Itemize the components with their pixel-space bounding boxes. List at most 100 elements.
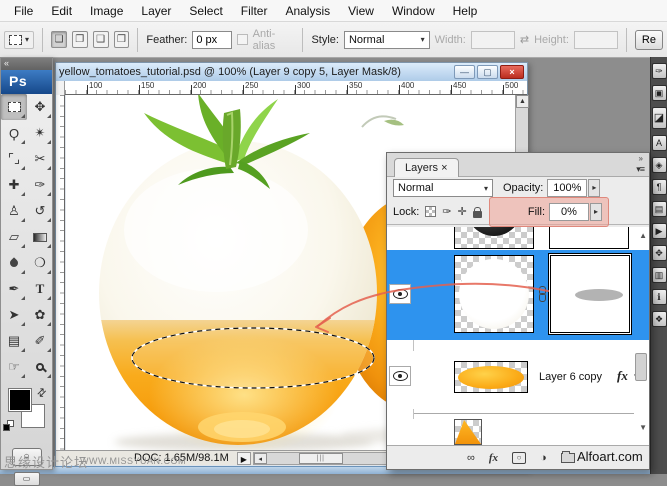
- screen-mode-button[interactable]: ▭: [14, 472, 40, 486]
- layer-comps-panel-icon[interactable]: ▤: [652, 201, 667, 217]
- layers-scrollbar[interactable]: ▲ ▼: [633, 227, 647, 445]
- eyedropper-tool[interactable]: ✐: [27, 328, 53, 354]
- clone-source-panel-icon[interactable]: ▣: [652, 85, 667, 101]
- subtract-selection-button[interactable]: ❑: [93, 31, 109, 48]
- rectangular-marquee-tool[interactable]: [1, 94, 27, 120]
- layer-thumbnail[interactable]: [454, 361, 528, 393]
- brush-tool[interactable]: ✑: [27, 172, 53, 198]
- tool-preset-picker[interactable]: ▾: [4, 31, 34, 49]
- style-dropdown[interactable]: Normal ▾: [344, 31, 430, 49]
- menu-edit[interactable]: Edit: [43, 2, 80, 20]
- adjustment-layer-icon[interactable]: ◑: [540, 452, 547, 464]
- link-layers-icon[interactable]: ∞: [467, 452, 475, 464]
- scroll-down-icon[interactable]: ▼: [639, 423, 647, 432]
- refine-edge-button[interactable]: Re: [635, 30, 663, 50]
- fill-slider-arrow[interactable]: ▸: [590, 203, 602, 221]
- type-tool[interactable]: T: [27, 276, 53, 302]
- lock-position-icon[interactable]: ✛: [458, 205, 467, 218]
- intersect-selection-button[interactable]: ❒: [114, 31, 130, 48]
- opacity-slider-arrow[interactable]: ▸: [588, 179, 600, 197]
- layer-name[interactable]: Layer 6 copy: [539, 371, 602, 383]
- layer-mask-thumbnail[interactable]: [549, 227, 629, 249]
- layer-mask-thumbnail[interactable]: [550, 255, 630, 333]
- eraser-tool[interactable]: ▱: [1, 224, 27, 250]
- scrollbar-thumb[interactable]: [635, 353, 647, 381]
- scroll-left-icon[interactable]: ◂: [254, 453, 267, 464]
- default-colors-icon[interactable]: [3, 420, 15, 432]
- paragraph-panel-icon[interactable]: ¶: [652, 179, 667, 195]
- character-panel-icon[interactable]: A: [652, 135, 667, 151]
- add-layer-mask-icon[interactable]: ○: [512, 452, 526, 464]
- blur-tool[interactable]: [1, 250, 27, 276]
- lock-pixels-icon[interactable]: ✑: [442, 205, 451, 218]
- add-selection-button[interactable]: ❐: [72, 31, 88, 48]
- scrollbar-thumb[interactable]: |||: [299, 453, 343, 464]
- new-selection-button[interactable]: ❏: [51, 31, 67, 48]
- layer-style-icon[interactable]: fx: [489, 452, 498, 464]
- status-menu-arrow[interactable]: ▶: [237, 452, 251, 465]
- brushes-panel-icon[interactable]: ✑: [652, 63, 667, 79]
- scroll-up-icon[interactable]: ▲: [639, 231, 647, 240]
- magic-wand-tool[interactable]: ✴: [27, 120, 53, 146]
- document-title-bar[interactable]: yellow_tomatoes_tutorial.psd @ 100% (Lay…: [56, 63, 527, 81]
- visibility-cell[interactable]: [389, 284, 411, 304]
- selected-layer-row[interactable]: [387, 250, 649, 340]
- panel-collapse-icon[interactable]: »: [639, 154, 643, 163]
- color-panel-icon[interactable]: ❖: [652, 311, 667, 327]
- opacity-value[interactable]: 100%: [547, 179, 587, 197]
- menu-image[interactable]: Image: [82, 2, 131, 20]
- menu-window[interactable]: Window: [384, 2, 443, 20]
- toolbox-collapse-button[interactable]: «: [1, 58, 52, 70]
- panel-menu-icon[interactable]: ▾≡: [636, 164, 644, 175]
- scroll-up-icon[interactable]: ▲: [516, 95, 529, 108]
- elliptical-selection[interactable]: [132, 328, 374, 388]
- foreground-color-swatch[interactable]: [8, 388, 32, 412]
- close-button[interactable]: ×: [500, 65, 524, 79]
- layer-fx-badge[interactable]: fx: [617, 368, 628, 384]
- actions-panel-icon[interactable]: ▶: [652, 223, 667, 239]
- slice-tool[interactable]: ✂: [27, 146, 53, 172]
- menu-select[interactable]: Select: [181, 2, 230, 20]
- histogram-panel-icon[interactable]: ▥: [652, 267, 667, 283]
- lock-transparency-icon[interactable]: [425, 206, 436, 217]
- layers-tab[interactable]: Layers ×: [394, 158, 459, 177]
- notes-tool[interactable]: ▤: [1, 328, 27, 354]
- layer-row-partial-top[interactable]: [387, 227, 649, 250]
- menu-layer[interactable]: Layer: [133, 2, 179, 20]
- menu-filter[interactable]: Filter: [233, 2, 276, 20]
- info-panel-icon[interactable]: ℹ: [652, 289, 667, 305]
- menu-file[interactable]: File: [6, 2, 41, 20]
- fill-value[interactable]: 0%: [549, 203, 589, 221]
- path-selection-tool[interactable]: ➤: [1, 302, 27, 328]
- maximize-button[interactable]: ▢: [477, 65, 498, 79]
- feather-input[interactable]: [192, 31, 232, 49]
- swatches-panel-icon[interactable]: ◪: [652, 107, 667, 129]
- blend-mode-dropdown[interactable]: Normal ▾: [393, 179, 493, 197]
- layer-thumbnail[interactable]: [454, 255, 534, 333]
- swap-colors-icon[interactable]: ⇄: [34, 385, 50, 401]
- menu-analysis[interactable]: Analysis: [277, 2, 338, 20]
- minimize-button[interactable]: —: [454, 65, 475, 79]
- custom-shape-tool[interactable]: ✿: [27, 302, 53, 328]
- lasso-tool[interactable]: Ϙ: [1, 120, 27, 146]
- healing-brush-tool[interactable]: ✚: [1, 172, 27, 198]
- clone-stamp-tool[interactable]: ♙: [1, 198, 27, 224]
- navigator-panel-icon[interactable]: ✥: [652, 245, 667, 261]
- antialias-checkbox[interactable]: [237, 34, 247, 45]
- crop-tool[interactable]: ⌜⌟: [1, 146, 27, 172]
- styles-panel-icon[interactable]: ◈: [652, 157, 667, 173]
- pen-tool[interactable]: ✒: [1, 276, 27, 302]
- gradient-tool[interactable]: [27, 224, 53, 250]
- lock-all-icon[interactable]: [473, 211, 482, 218]
- move-tool[interactable]: ✥: [27, 94, 53, 120]
- visibility-cell[interactable]: [389, 366, 411, 386]
- layer6-row[interactable]: Layer 6 copy fx ▾: [387, 351, 649, 409]
- menu-help[interactable]: Help: [445, 2, 486, 20]
- hand-tool[interactable]: ☞: [1, 354, 27, 380]
- layer-row-partial-bottom[interactable]: [387, 419, 649, 445]
- new-group-icon[interactable]: [561, 453, 575, 463]
- dodge-tool[interactable]: ❍: [27, 250, 53, 276]
- layer-thumbnail[interactable]: [454, 227, 534, 249]
- history-brush-tool[interactable]: ↺: [27, 198, 53, 224]
- menu-view[interactable]: View: [340, 2, 382, 20]
